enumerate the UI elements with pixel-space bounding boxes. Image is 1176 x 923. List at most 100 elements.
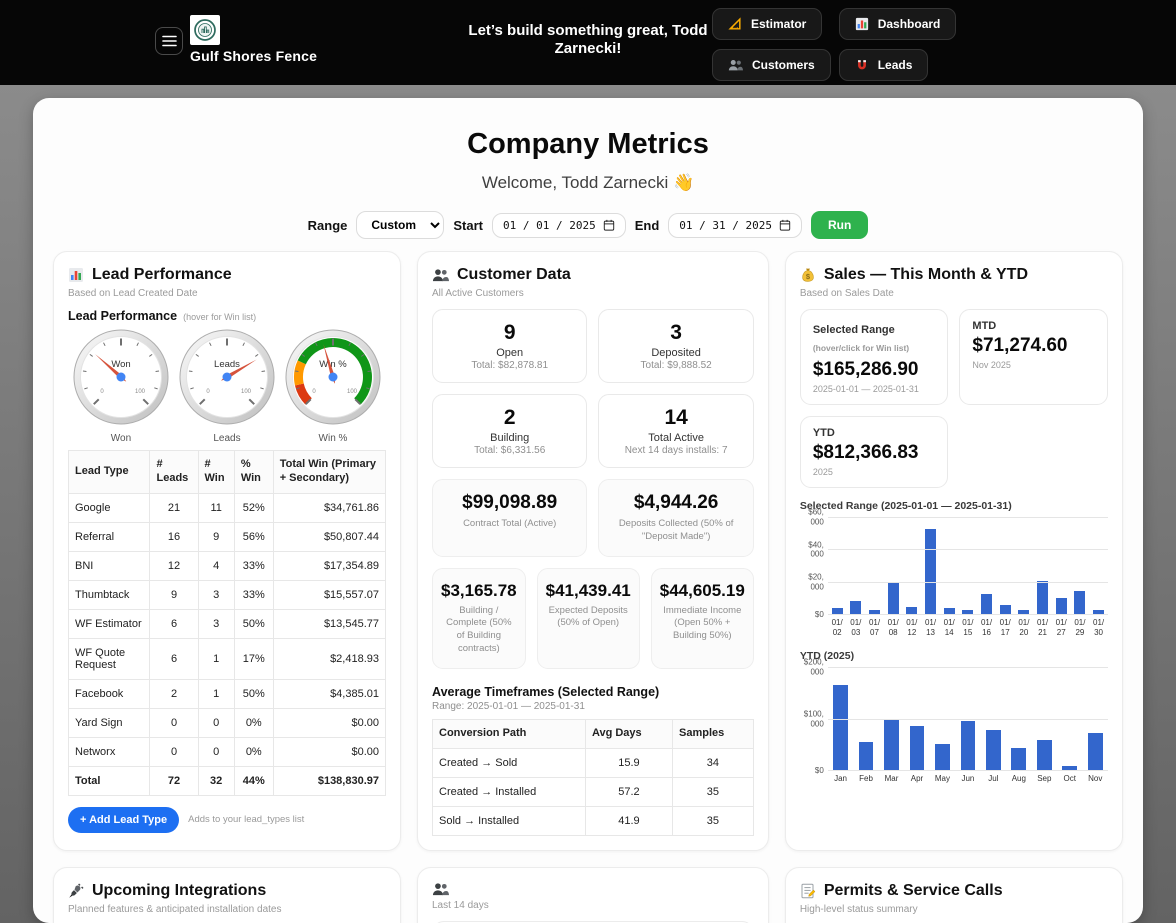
x-tick-label: Apr bbox=[904, 774, 929, 784]
column-header: Samples bbox=[672, 719, 753, 748]
bar bbox=[859, 742, 874, 770]
people-icon bbox=[728, 59, 743, 71]
brand: Gulf Shores Fence bbox=[190, 15, 317, 64]
add-lead-type-button[interactable]: + Add Lead Type bbox=[68, 807, 179, 833]
range-label: Range bbox=[308, 218, 348, 233]
bar bbox=[1074, 591, 1085, 614]
stat-label: Total Active bbox=[607, 432, 744, 444]
x-tick-label: 01/ 30 bbox=[1089, 618, 1108, 638]
stat-sub: Next 14 days installs: 7 bbox=[607, 445, 744, 456]
timeframes-body: Created → Sold 15.9 34 Created → Install… bbox=[433, 748, 754, 835]
nav-dashboard-button[interactable]: Dashboard bbox=[839, 8, 957, 40]
x-tick-label: 01/ 02 bbox=[828, 618, 847, 638]
sales-stats: Selected Range (hover/click for Win list… bbox=[800, 309, 1108, 488]
people-icon bbox=[432, 268, 449, 282]
bar bbox=[1011, 748, 1026, 770]
money-box: $99,098.89 Contract Total (Active) bbox=[432, 479, 587, 557]
x-tick-label: 01/ 12 bbox=[903, 618, 922, 638]
run-button[interactable]: Run bbox=[811, 211, 868, 239]
bar bbox=[1088, 733, 1103, 770]
bar bbox=[981, 594, 992, 614]
money-box: $4,944.26 Deposits Collected (50% of "De… bbox=[598, 479, 753, 557]
sales-title: $ Sales — This Month & YTD bbox=[800, 266, 1108, 284]
stat-value: 2 bbox=[441, 406, 578, 430]
gridline bbox=[828, 667, 1108, 668]
bar bbox=[935, 744, 950, 770]
table-row: Facebook 2 1 50% $4,385.01 bbox=[69, 679, 386, 708]
nav-leads-button[interactable]: Leads bbox=[839, 49, 929, 81]
magnet-icon bbox=[855, 58, 869, 72]
y-axis: $200, 000$100, 000$0 bbox=[800, 667, 828, 771]
gridline bbox=[828, 614, 1108, 615]
lead-performance-card: Lead Performance Based on Lead Created D… bbox=[53, 251, 401, 851]
end-date-input[interactable]: 01 / 31 / 2025 bbox=[668, 213, 802, 238]
lead-gauges: Won0100WonLeads0100LeadsWin %0100Win % bbox=[68, 327, 386, 444]
lead-table-header-row: Lead Type# Leads# Win% WinTotal Win (Pri… bbox=[69, 451, 386, 494]
gridline bbox=[828, 549, 1108, 550]
nav-estimator-button[interactable]: Estimator bbox=[712, 8, 822, 40]
stat-sub: Total: $82,878.81 bbox=[441, 360, 578, 371]
timeframes-header-row: Conversion PathAvg DaysSamples bbox=[433, 719, 754, 748]
money-label: Contract Total (Active) bbox=[441, 518, 578, 531]
stat-box: 9 Open Total: $82,878.81 bbox=[432, 309, 587, 383]
sales-subtitle: Based on Sales Date bbox=[800, 288, 1108, 299]
bar bbox=[1056, 598, 1067, 614]
gridline bbox=[828, 517, 1108, 518]
x-axis: 01/ 0201/ 0301/ 0701/ 0801/ 1201/ 1301/ … bbox=[828, 618, 1108, 638]
svg-text:100: 100 bbox=[347, 389, 358, 395]
bar bbox=[884, 719, 899, 771]
x-tick-label: 01/ 17 bbox=[996, 618, 1015, 638]
stat-sub: Total: $6,331.56 bbox=[441, 445, 578, 456]
bar-chart-icon bbox=[68, 267, 84, 283]
integrations-title: Upcoming Integrations bbox=[68, 882, 386, 900]
bar bbox=[850, 601, 861, 614]
column-header: # Win bbox=[198, 451, 234, 494]
page-title: Company Metrics bbox=[53, 128, 1123, 161]
x-tick-label: Jan bbox=[828, 774, 853, 784]
ytd-stat: YTD $812,366.83 2025 bbox=[800, 416, 949, 488]
y-tick-label: $20, 000 bbox=[800, 573, 824, 592]
y-tick-label: $100, 000 bbox=[800, 709, 824, 728]
money-value: $41,439.41 bbox=[546, 581, 631, 601]
gauge-win%: Win %0100Win % bbox=[280, 327, 386, 444]
selected-range-value: $165,286.90 bbox=[813, 359, 936, 381]
header-tagline: Let’s build something great, Todd Zarnec… bbox=[438, 22, 738, 58]
bar bbox=[888, 582, 899, 614]
bar bbox=[961, 721, 976, 770]
chart-title: Selected Range (2025-01-01 — 2025-01-31) bbox=[800, 500, 1108, 512]
gauge-leads: Leads0100Leads bbox=[174, 327, 280, 444]
x-tick-label: 01/ 03 bbox=[847, 618, 866, 638]
gauge-section-title: Lead Performance(hover for Win list) bbox=[68, 309, 386, 323]
page-background: Company Metrics Welcome, Todd Zarnecki 👋… bbox=[0, 85, 1176, 923]
stat-label: Deposited bbox=[607, 347, 744, 359]
range-select[interactable]: Custom bbox=[356, 211, 444, 239]
calendar-icon bbox=[603, 219, 615, 231]
gauge-caption: Win % bbox=[280, 433, 386, 444]
x-tick-label: 01/ 21 bbox=[1033, 618, 1052, 638]
x-tick-label: Sep bbox=[1032, 774, 1057, 784]
table-row: Networx 0 0 0% $0.00 bbox=[69, 737, 386, 766]
x-tick-label: 01/ 08 bbox=[884, 618, 903, 638]
stat-value: 9 bbox=[441, 321, 578, 345]
plot-area bbox=[828, 517, 1108, 615]
selected-range-dates: 2025-01-01 — 2025-01-31 bbox=[813, 384, 936, 394]
x-tick-label: Jun bbox=[955, 774, 980, 784]
permits-card: Permits & Service Calls High-level statu… bbox=[785, 867, 1123, 923]
customer-data-subtitle: All Active Customers bbox=[432, 288, 754, 299]
x-tick-label: 01/ 15 bbox=[959, 618, 978, 638]
bar bbox=[1000, 605, 1011, 614]
stat-sub: Total: $9,888.52 bbox=[607, 360, 744, 371]
ytd-chart: YTD (2025) $200, 000$100, 000$0 JanFebMa… bbox=[800, 650, 1108, 784]
lead-table-body: Google 21 11 52% $34,761.86 Referral 16 … bbox=[69, 493, 386, 795]
selected-range-stat[interactable]: Selected Range (hover/click for Win list… bbox=[800, 309, 949, 405]
x-tick-label: 01/ 29 bbox=[1071, 618, 1090, 638]
lead-type-table: Lead Type# Leads# Win% WinTotal Win (Pri… bbox=[68, 450, 386, 796]
start-date-input[interactable]: 01 / 01 / 2025 bbox=[492, 213, 626, 238]
menu-button[interactable] bbox=[155, 27, 183, 55]
selected-range-hint: (hover/click for Win list) bbox=[813, 343, 909, 353]
nav-customers-button[interactable]: Customers bbox=[712, 49, 831, 81]
permits-subtitle: High-level status summary bbox=[800, 904, 1108, 915]
customer-data-card: Customer Data All Active Customers 9 Ope… bbox=[417, 251, 769, 851]
start-label: Start bbox=[453, 218, 483, 233]
brand-name: Gulf Shores Fence bbox=[190, 48, 317, 64]
